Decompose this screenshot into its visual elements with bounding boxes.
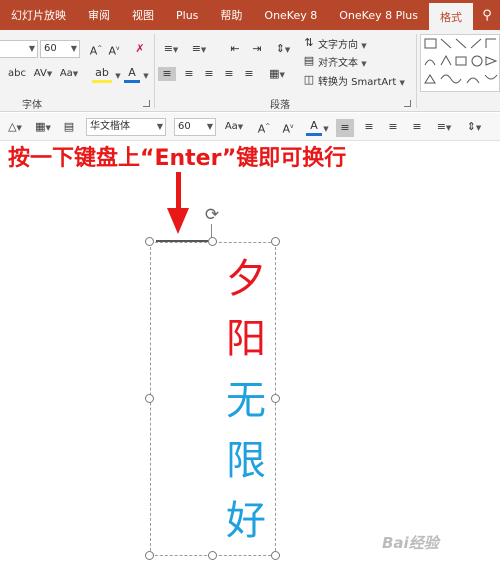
mini-toolbar: △▼ ▦▼ ▤ 华文楷体 ▼ 60 ▼ Aa▼ A^ Av A ▼ ≡ ≡ ≡ ≡ … <box>0 113 500 141</box>
tab-onekey8[interactable]: OneKey 8 <box>253 0 328 30</box>
mini-font-name-value: 华文楷体 <box>90 121 130 132</box>
convert-smartart-label: 转换为 SmartArt <box>318 77 397 88</box>
shape-style-icon[interactable]: △▼ <box>4 120 26 135</box>
font-size-value: 60 <box>44 43 57 54</box>
change-case-label: Aa <box>59 68 73 79</box>
instruction-text: 按一下键盘上“Enter”键即可换行 <box>8 146 347 171</box>
mini-align-left-icon[interactable]: ≡ <box>336 119 354 137</box>
mini-grow-font-icon[interactable]: A^ <box>256 120 272 137</box>
resize-handle-bottom-left[interactable] <box>145 551 154 560</box>
text-char: 无 <box>226 378 266 424</box>
highlight-dropdown-icon[interactable]: ▼ <box>114 68 122 83</box>
rotate-handle-icon[interactable]: ⟳ <box>202 205 222 225</box>
font-size-box[interactable]: 60 ▼ <box>40 40 80 58</box>
text-cursor-line <box>156 240 208 242</box>
font-name-box[interactable]: ▼ <box>0 40 38 58</box>
text-direction-label: 文字方向 <box>318 40 358 51</box>
font-dialog-launcher-icon[interactable] <box>143 100 150 107</box>
group-divider <box>416 34 417 108</box>
resize-handle-left[interactable] <box>145 394 154 403</box>
tab-review[interactable]: 审阅 <box>77 0 121 30</box>
tab-help[interactable]: 帮助 <box>209 0 253 30</box>
font-color-dropdown-icon[interactable]: ▼ <box>142 68 150 83</box>
convert-smartart-button[interactable]: 转换为 SmartArt ▼ <box>318 73 405 88</box>
align-center-icon[interactable]: ≡ <box>180 67 198 81</box>
down-arrow-shaft <box>176 172 181 212</box>
watermark-logo: Bai经验 <box>382 534 439 552</box>
increase-indent-icon[interactable]: ⇥ <box>248 42 266 56</box>
tab-plus[interactable]: Plus <box>165 0 209 30</box>
tab-onekey8-plus[interactable]: OneKey 8 Plus <box>328 0 429 30</box>
text-char: 阳 <box>226 316 266 362</box>
change-case-icon[interactable]: Aa▼ <box>57 67 81 81</box>
shapes-gallery-icons <box>424 38 498 84</box>
grow-font-icon[interactable]: A^ <box>88 42 104 59</box>
tab-view[interactable]: 视图 <box>121 0 165 30</box>
align-text-icon[interactable]: ▤ <box>302 54 316 68</box>
align-text-label: 对齐文本 <box>318 58 358 69</box>
mini-font-size-box[interactable]: 60 ▼ <box>174 118 216 136</box>
columns-icon[interactable]: ▦▼ <box>264 67 290 82</box>
font-group-label: 字体 <box>22 100 42 111</box>
textbox-icon[interactable]: ▤ <box>60 120 78 134</box>
align-left-icon[interactable]: ≡ <box>158 67 176 81</box>
mini-justify-icon[interactable]: ≡ <box>408 120 426 134</box>
highlight-icon[interactable]: ab <box>92 66 112 83</box>
char-spacing-icon[interactable]: AV▼ <box>32 67 54 81</box>
text-char: 夕 <box>226 256 266 302</box>
smartart-icon[interactable]: ◫ <box>302 73 316 87</box>
resize-handle-bottom-right[interactable] <box>271 551 280 560</box>
align-text-button[interactable]: 对齐文本 ▼ <box>318 54 367 69</box>
decrease-indent-icon[interactable]: ⇤ <box>226 42 244 56</box>
align-right-icon[interactable]: ≡ <box>200 67 218 81</box>
paragraph-group-label: 段落 <box>270 100 290 111</box>
mini-font-color-icon[interactable]: A <box>306 119 322 136</box>
mini-change-case-icon[interactable]: Aa▼ <box>222 120 246 134</box>
mini-change-case-label: Aa <box>224 121 238 132</box>
mini-shrink-font-icon[interactable]: Av <box>280 120 296 137</box>
tab-format[interactable]: 格式 <box>428 3 473 30</box>
shapes-gallery[interactable] <box>420 34 500 92</box>
tab-slideshow[interactable]: 幻灯片放映 <box>0 0 77 30</box>
mini-bullets-icon[interactable]: ≡▼ <box>432 120 456 135</box>
mini-font-name-box[interactable]: 华文楷体 ▼ <box>86 118 166 136</box>
mini-align-right-icon[interactable]: ≡ <box>384 120 402 134</box>
resize-handle-top-right[interactable] <box>271 237 280 246</box>
clear-format-icon[interactable]: ✗ <box>132 42 148 56</box>
justify-icon[interactable]: ≡ <box>220 67 238 81</box>
text-char: 限 <box>226 438 266 484</box>
shrink-font-icon[interactable]: Av <box>106 42 122 59</box>
shape-fill-icon[interactable]: ▦▼ <box>32 120 54 135</box>
shadow-text-icon[interactable]: abc <box>6 67 28 81</box>
bullets-icon[interactable]: ≡▼ <box>160 42 182 57</box>
down-arrow-icon <box>167 208 189 234</box>
ribbon: ▼ 60 ▼ A^ Av ✗ abc AV▼ Aa▼ ab ▼ A ▼ 字体 ≡▼… <box>0 30 500 112</box>
mini-font-size-value: 60 <box>178 121 191 132</box>
resize-handle-bottom[interactable] <box>208 551 217 560</box>
text-direction-icon[interactable]: ⇅ <box>302 36 316 50</box>
text-direction-button[interactable]: 文字方向 ▼ <box>318 36 367 51</box>
search-icon[interactable]: ⚲ <box>474 0 500 30</box>
mini-line-spacing-icon[interactable]: ⇕▼ <box>462 120 486 135</box>
font-color-icon[interactable]: A <box>124 66 140 83</box>
numbering-icon[interactable]: ≡▼ <box>188 42 210 57</box>
resize-handle-top[interactable] <box>208 237 217 246</box>
ribbon-tab-bar: 幻灯片放映 审阅 视图 Plus 帮助 OneKey 8 OneKey 8 Pl… <box>0 0 500 30</box>
mini-font-color-dropdown-icon[interactable]: ▼ <box>322 121 330 136</box>
resize-handle-top-left[interactable] <box>145 237 154 246</box>
paragraph-dialog-launcher-icon[interactable] <box>404 100 411 107</box>
text-char: 好 <box>226 498 266 544</box>
distributed-icon[interactable]: ≡ <box>240 67 258 81</box>
group-divider <box>154 34 155 108</box>
line-spacing-icon[interactable]: ⇕▼ <box>272 42 294 57</box>
mini-align-center-icon[interactable]: ≡ <box>360 120 378 134</box>
rotate-handle-stem <box>211 224 212 238</box>
